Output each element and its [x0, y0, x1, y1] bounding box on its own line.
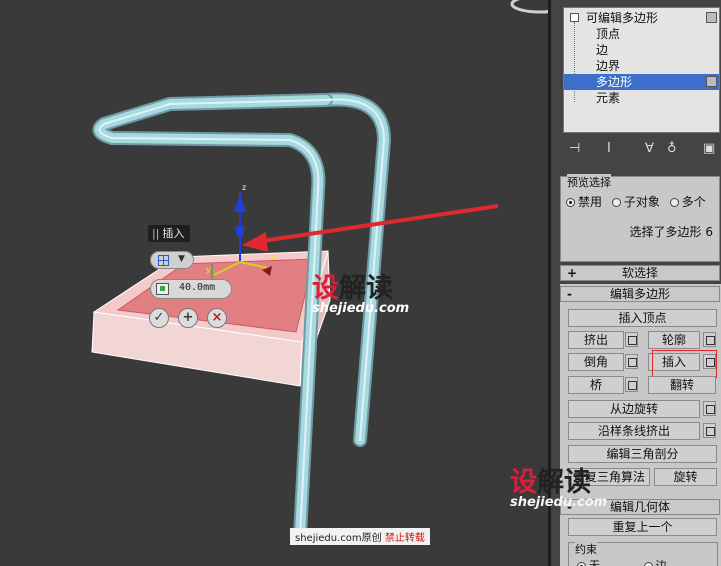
turn-button[interactable]: 旋转 [654, 468, 717, 486]
caddy-ok-button[interactable]: ✓ [149, 308, 169, 328]
watermark-logo-panel: 设解读 shejiedu.com [510, 467, 608, 510]
preview-option-subobject[interactable]: 子对象 [611, 195, 660, 209]
chevron-down-icon: ▼ [178, 254, 185, 264]
extrude-along-spline-button[interactable]: 沿样条线挤出 [568, 422, 700, 440]
preview-option-disabled[interactable]: 禁用 [566, 195, 602, 209]
watermark-logo: 设解读 shejiedu.com [312, 273, 410, 316]
stack-item-polygon[interactable]: 多边形 [564, 74, 719, 90]
stack-item-icon [706, 76, 717, 87]
modifier-stack[interactable]: 可编辑多边形 顶点 边 边界 多边形 元素 [563, 7, 720, 133]
configure-sets-icon[interactable]: ▣ [703, 141, 715, 156]
inset-amount-icon [156, 283, 169, 295]
bridge-button[interactable]: 桥 [568, 376, 624, 394]
svg-text:x: x [271, 253, 276, 262]
stack-item-element[interactable]: 元素 [564, 90, 719, 106]
repeat-last-button[interactable]: 重复上一个 [568, 518, 717, 536]
stack-item-icon [706, 12, 717, 23]
caddy-title: || 插入 [148, 225, 191, 242]
stack-item-editable-poly[interactable]: 可编辑多边形 [564, 10, 719, 26]
inset-type-dropdown[interactable]: ▼ [150, 251, 194, 269]
extrude-button[interactable]: 挤出 [568, 331, 624, 349]
caddy-cancel-button[interactable]: × [207, 308, 227, 328]
constraint-none-radio[interactable]: 无 [577, 559, 600, 566]
flip-button[interactable]: 翻转 [648, 376, 716, 394]
constraint-edge-radio[interactable]: 边 [643, 559, 667, 566]
reference-object-icon [510, 0, 548, 14]
preview-selection-group: 预览选择 禁用 子对象 多个 选择了多边形 6 [560, 174, 720, 262]
preview-option-multi[interactable]: 多个 [669, 195, 706, 209]
footer-copyright: shejiedu.com原创 禁止转载 [290, 528, 430, 545]
outline-settings-button[interactable] [703, 332, 716, 347]
hinge-from-edge-button[interactable]: 从边旋转 [568, 400, 700, 418]
extrude-spline-settings-button[interactable] [703, 423, 716, 438]
soft-selection-rollout[interactable]: + 软选择 [560, 265, 720, 281]
extrude-settings-button[interactable] [625, 332, 638, 347]
svg-text:y: y [206, 265, 211, 274]
inset-highlight-box [652, 350, 717, 378]
make-unique-icon[interactable]: ∀ [645, 141, 654, 156]
hinge-settings-button[interactable] [703, 401, 716, 416]
stack-item-vertex[interactable]: 顶点 [564, 26, 719, 42]
edit-polygons-rollout[interactable]: - 编辑多边形 [560, 286, 720, 302]
constraints-group: 约束 无 边 [568, 541, 718, 566]
remove-modifier-icon[interactable]: ♁ [667, 141, 677, 156]
pin-stack-icon[interactable]: ⊣ [569, 141, 580, 156]
bridge-settings-button[interactable] [625, 377, 638, 392]
viewport-perspective[interactable]: z x y || 插入 ▼ 40.0mm ✓ + × 设解读 shejiedu.c… [0, 0, 548, 566]
show-end-result-icon[interactable]: Ⅰ [607, 141, 611, 156]
bevel-button[interactable]: 倒角 [568, 353, 624, 371]
selection-status: 选择了多边形 6 [629, 225, 713, 239]
bevel-settings-button[interactable] [625, 354, 638, 369]
insert-vertex-button[interactable]: 插入顶点 [568, 309, 717, 327]
group-icon [158, 255, 169, 266]
stack-toolbar: ⊣ Ⅰ ∀ ♁ ▣ [565, 139, 720, 161]
svg-text:z: z [242, 183, 246, 192]
inset-amount-field[interactable]: 40.0mm [150, 279, 232, 299]
stack-item-border[interactable]: 边界 [564, 58, 719, 74]
outline-button[interactable]: 轮廓 [648, 331, 700, 349]
chair-scene: z x y [91, 0, 548, 543]
caddy-apply-continue-button[interactable]: + [178, 308, 198, 328]
stack-item-edge[interactable]: 边 [564, 42, 719, 58]
